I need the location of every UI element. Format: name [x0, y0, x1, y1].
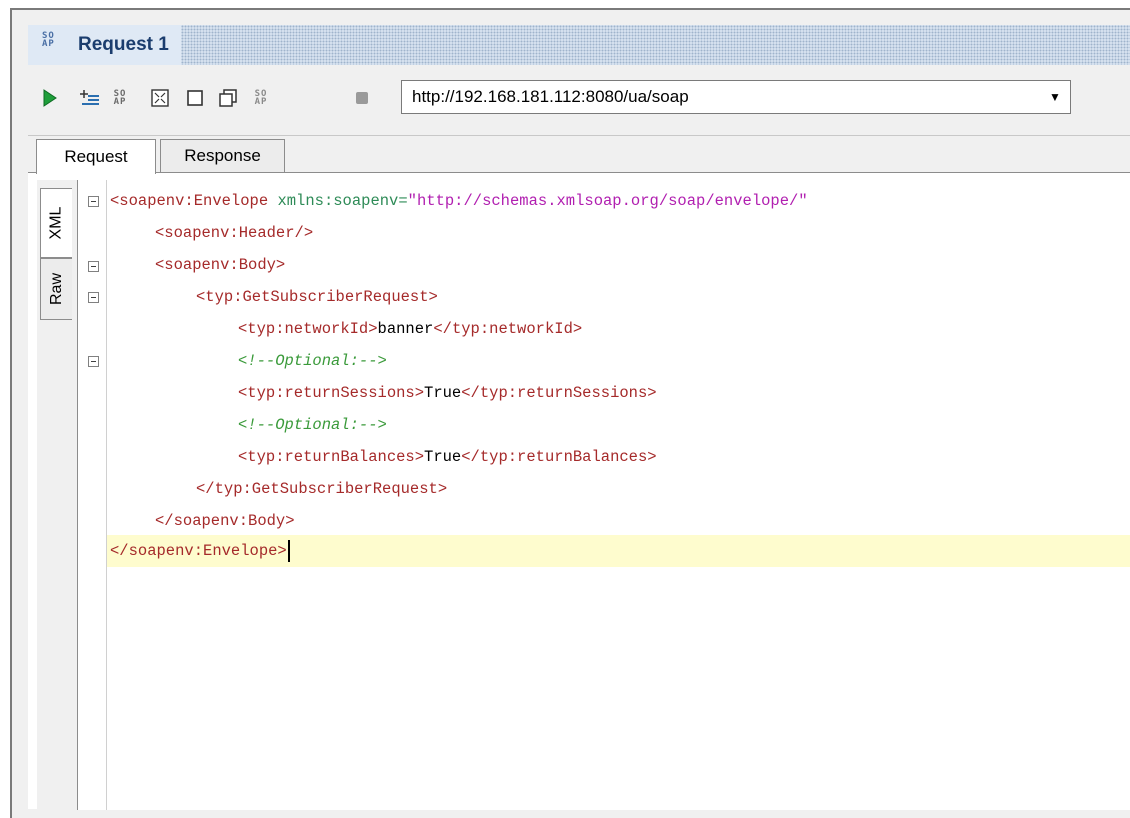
soap-icon[interactable]: SO AP — [110, 88, 130, 108]
stop-icon[interactable] — [352, 88, 372, 108]
soap-small-icon[interactable]: SO AP — [251, 88, 271, 108]
endpoint-combobox[interactable]: http://192.168.181.112:8080/ua/soap ▼ — [401, 80, 1071, 114]
code-line[interactable]: </soapenv:Body> — [155, 505, 295, 537]
fold-icon[interactable] — [88, 356, 99, 367]
tab-response[interactable]: Response — [160, 139, 285, 172]
code-line[interactable]: </typ:GetSubscriberRequest> — [196, 473, 447, 505]
square-icon[interactable] — [185, 88, 205, 108]
play-icon[interactable] — [40, 88, 60, 108]
endpoint-url[interactable]: http://192.168.181.112:8080/ua/soap — [402, 87, 1040, 107]
fit-icon[interactable] — [150, 88, 170, 108]
fold-icon[interactable] — [88, 261, 99, 272]
fold-gutter — [78, 180, 107, 810]
code-line[interactable]: <soapenv:Body> — [155, 249, 285, 281]
code-line[interactable]: <!--Optional:--> — [238, 345, 387, 377]
fold-icon[interactable] — [88, 196, 99, 207]
code-line[interactable]: <typ:returnBalances>True</typ:returnBala… — [238, 441, 657, 473]
fold-icon[interactable] — [88, 292, 99, 303]
code-line[interactable]: <typ:returnSessions>True</typ:returnSess… — [238, 377, 657, 409]
code-line[interactable]: <!--Optional:--> — [238, 409, 387, 441]
side-tab-xml[interactable]: XML — [40, 188, 72, 258]
add-list-icon[interactable] — [80, 88, 100, 108]
text-caret — [287, 539, 290, 562]
code-line[interactable]: <typ:networkId>banner</typ:networkId> — [238, 313, 582, 345]
title-bar — [28, 25, 1130, 65]
copy-icon[interactable] — [218, 88, 238, 108]
window-title: Request 1 — [78, 34, 169, 55]
soap-icon: SO AP — [42, 31, 55, 49]
code-line[interactable]: <typ:GetSubscriberRequest> — [196, 281, 438, 313]
code-line[interactable]: <soapenv:Envelope xmlns:soapenv="http://… — [110, 185, 808, 217]
code-line-current[interactable]: </soapenv:Envelope> — [110, 535, 290, 567]
dropdown-arrow-icon[interactable]: ▼ — [1040, 81, 1070, 113]
tab-request[interactable]: Request — [36, 139, 156, 174]
side-tab-raw[interactable]: Raw — [40, 258, 72, 320]
code-line[interactable]: <soapenv:Header/> — [155, 217, 313, 249]
